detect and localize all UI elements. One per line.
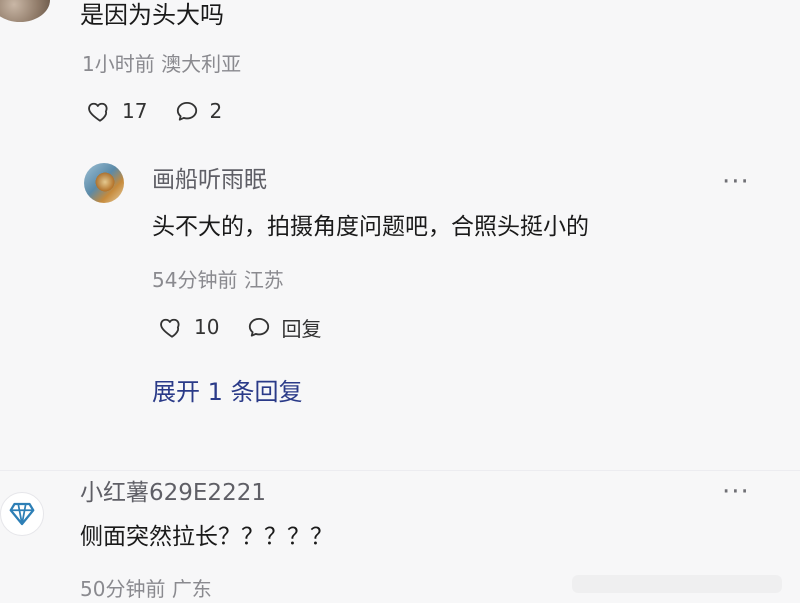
username[interactable]: 画船听雨眠 — [152, 165, 267, 195]
reply-meta: 54分钟前 江苏 — [152, 266, 284, 294]
reply-label: 回复 — [281, 316, 322, 341]
like-count: 10 — [194, 315, 220, 339]
expand-replies-link[interactable]: 展开 1 条回复 — [152, 377, 303, 407]
reply-button[interactable]: 2 — [173, 98, 222, 124]
reply-time: 54分钟前 — [152, 268, 238, 292]
comment-text: 是因为头大吗 — [80, 1, 224, 29]
avatar[interactable] — [0, 0, 50, 22]
comment-location: 广东 — [171, 577, 212, 601]
reply-button[interactable]: 回复 — [245, 313, 321, 342]
like-button[interactable]: 17 — [86, 98, 147, 124]
like-count: 17 — [122, 99, 148, 123]
reply-actions: 10 回复 — [158, 312, 321, 342]
ellipsis-icon[interactable]: ··· — [722, 169, 750, 195]
comment-location: 澳大利亚 — [161, 52, 242, 76]
heart-icon — [86, 98, 114, 124]
reply-location: 江苏 — [243, 268, 284, 292]
comment-actions: 17 2 — [86, 96, 222, 126]
comment-bubble-icon — [245, 314, 273, 340]
like-button[interactable]: 10 — [158, 314, 219, 340]
watermark — [572, 575, 782, 593]
comment-time: 1小时前 — [82, 52, 155, 76]
reply-count: 2 — [209, 99, 223, 123]
reply-text: 头不大的，拍摄角度问题吧，合照头挺小的 — [152, 214, 589, 240]
avatar[interactable] — [0, 492, 44, 536]
comment-text: 侧面突然拉长？？？？？ — [80, 524, 333, 550]
ellipsis-icon[interactable]: ··· — [722, 479, 750, 505]
diamond-icon — [7, 499, 37, 529]
comment-bubble-icon — [173, 98, 201, 124]
heart-icon — [158, 314, 186, 340]
comment-time: 50分钟前 — [80, 577, 166, 601]
username[interactable]: 小红薯629E2221 — [80, 478, 266, 508]
avatar[interactable] — [84, 163, 124, 203]
divider — [0, 470, 800, 471]
comment-meta: 1小时前 澳大利亚 — [82, 50, 241, 78]
